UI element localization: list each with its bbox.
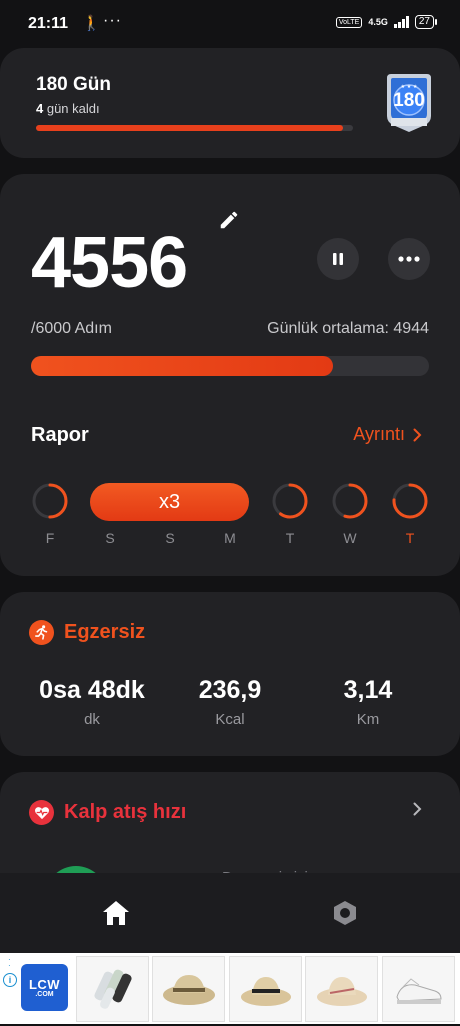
home-icon[interactable] (101, 899, 131, 927)
signal-icon (393, 16, 409, 28)
ad-menu-icon[interactable]: · · (8, 956, 11, 970)
settings-icon[interactable] (331, 899, 359, 927)
challenge-title: 180 Gün (36, 74, 111, 95)
edit-icon[interactable] (218, 209, 240, 231)
day-label: T (285, 530, 295, 546)
streak-label: x3 (158, 490, 181, 513)
pause-button[interactable] (317, 238, 359, 280)
calories-unit: Kcal (215, 711, 245, 728)
heart-rate-icon (29, 800, 54, 825)
bottom-navigation (0, 873, 460, 953)
duration-stat: 0sa 48dk dk (22, 676, 162, 728)
ad-logo[interactable]: LCW .COM (21, 964, 68, 1011)
details-link[interactable]: Ayrıntı (353, 424, 422, 445)
day-label: T (405, 530, 415, 546)
more-icon (398, 256, 420, 262)
ad-product-hat-3[interactable] (305, 956, 378, 1022)
network-type: 4.5G (368, 17, 388, 27)
ad-info-icon[interactable]: i (3, 973, 17, 987)
report-title: Rapor (31, 424, 89, 446)
status-bar: 21:11 🚶 ··· VoLTE 4.5G 27 (0, 0, 460, 48)
distance-unit: Km (356, 711, 380, 728)
chevron-right-icon[interactable] (413, 802, 422, 821)
ad-logo-text: LCW (28, 977, 61, 992)
pause-icon (333, 253, 343, 265)
ad-logo-domain: .COM (35, 991, 54, 998)
more-options-button[interactable] (388, 238, 430, 280)
ad-product-hat-1[interactable] (152, 956, 225, 1022)
calories-value: 236,9 (198, 676, 262, 704)
steps-card: 4556 /6000 Adım Günlük ortalama: 4944 Ra… (0, 174, 460, 576)
distance-stat: 3,14 Km (308, 676, 428, 728)
exercise-header: Egzersiz (29, 620, 145, 645)
status-time: 21:11 (28, 15, 69, 32)
day-label: M (224, 530, 236, 546)
steps-progress-bar (31, 356, 429, 376)
duration-unit: dk (84, 711, 100, 728)
day-label: S (165, 530, 175, 546)
exercise-title: Egzersiz (64, 621, 146, 643)
challenge-remaining-suffix: gün kaldı (43, 101, 100, 116)
ad-product-socks[interactable] (76, 956, 149, 1022)
day-label: F (45, 530, 55, 546)
challenge-badge-icon[interactable]: ★ ★ ★ 180 (385, 70, 433, 134)
day-label: S (105, 530, 115, 546)
challenge-badge-number: 180 (393, 90, 425, 111)
steps-progress-fill (31, 356, 334, 376)
heart-rate-title: Kalp atış hızı (64, 801, 187, 823)
more-notifications-icon: ··· (103, 12, 122, 29)
day-label: W (343, 530, 357, 546)
ad-banner[interactable]: · · i LCW .COM (0, 953, 460, 1024)
running-icon (29, 620, 54, 645)
details-label: Ayrıntı (353, 424, 405, 444)
status-right: VoLTE 4.5G 27 (335, 15, 438, 29)
battery-icon: 27 (414, 15, 438, 29)
weekly-report: x3 F S S M T W T (0, 478, 460, 548)
ad-product-hat-2[interactable] (229, 956, 302, 1022)
step-goal: /6000 Adım (31, 320, 112, 337)
distance-value: 3,14 (343, 676, 393, 704)
step-count: 4556 (31, 223, 188, 303)
heart-rate-header: Kalp atış hızı (29, 800, 186, 825)
challenge-progress-fill (36, 125, 344, 131)
exercise-card[interactable]: Egzersiz 0sa 48dk dk 236,9 Kcal 3,14 Km (0, 592, 460, 756)
chevron-right-icon (413, 428, 422, 441)
challenge-remaining: 4 gün kaldı (36, 101, 100, 116)
challenge-card[interactable]: 180 Gün 4 gün kaldı ★ ★ ★ 180 (0, 48, 460, 158)
daily-average: Günlük ortalama: 4944 (267, 320, 429, 337)
calories-stat: 236,9 Kcal (170, 676, 290, 728)
streak-pill[interactable]: x3 (90, 483, 249, 521)
ad-product-sneakers[interactable] (382, 956, 455, 1022)
duration-value: 0sa 48dk (39, 676, 145, 704)
walking-icon: 🚶 (82, 15, 101, 32)
volte-badge: VoLTE (335, 16, 363, 28)
challenge-progress-bar (36, 125, 353, 131)
